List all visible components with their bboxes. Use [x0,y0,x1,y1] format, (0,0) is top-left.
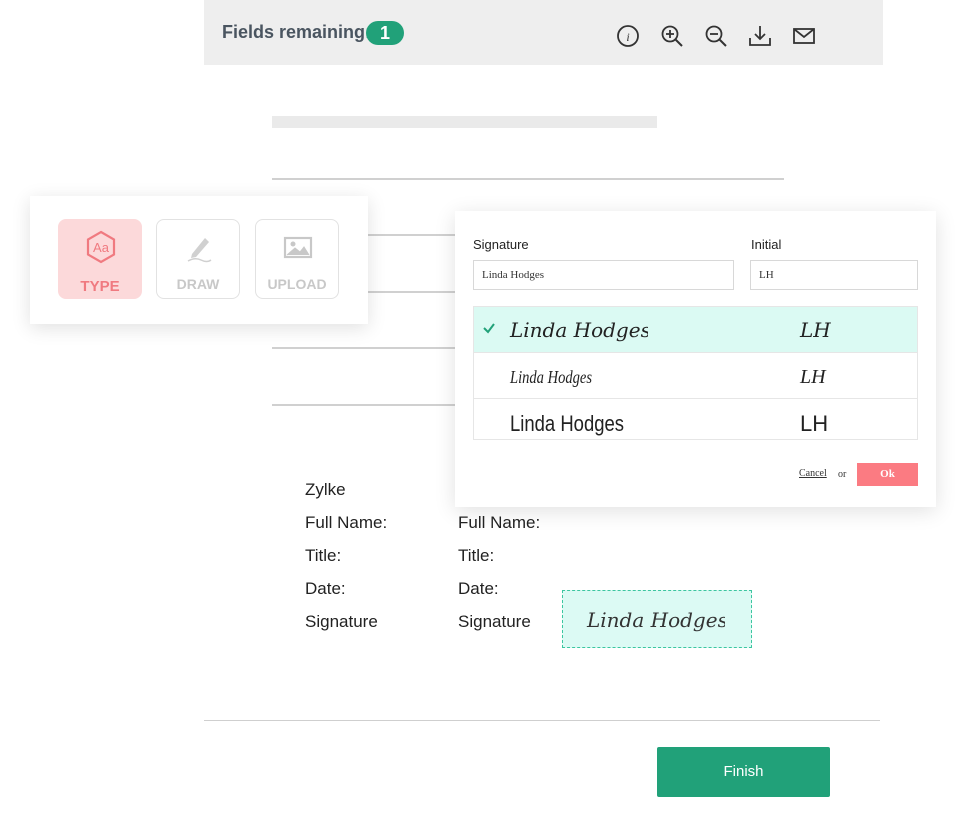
text-font-icon: Aa [86,230,116,264]
signature-field[interactable]: Linda Hodges [562,590,752,648]
left-full-name-label: Full Name: [305,513,388,532]
document-line [272,404,472,406]
document-line [272,347,472,349]
fields-remaining-badge: 1 [366,21,404,45]
left-date-label: Date: [305,579,346,598]
applied-signature-text: Linda Hodges [586,608,725,632]
checkmark-icon [483,323,495,334]
initial-style-print: LH [800,411,828,436]
cancel-link[interactable]: Cancel [799,468,827,479]
left-title-label: Title: [305,546,342,565]
upload-method-label: UPLOAD [267,276,327,292]
signature-preview-text: Linda Hodges [510,411,624,436]
signature-style-print: Linda Hodges [510,411,624,436]
info-icon[interactable]: i [614,22,642,50]
type-method-label: TYPE [80,278,120,295]
right-signature-label: Signature [458,612,531,631]
image-icon [283,236,313,259]
zoom-out-icon[interactable] [702,22,730,50]
download-icon[interactable] [746,22,774,50]
signature-method-panel: Aa TYPE DRAW UPLOAD [30,196,368,324]
document-toolbar: Fields remaining: 1 i [204,0,883,65]
upload-method-button[interactable]: UPLOAD [255,219,339,299]
fields-remaining-label: Fields remaining: [222,22,372,42]
svg-text:Aa: Aa [93,240,110,255]
draw-method-label: DRAW [176,276,220,292]
initial-preview-text: LH [799,318,831,342]
footer-divider [204,720,880,721]
pen-icon [187,238,212,263]
document-line [272,178,784,180]
signature-option-3[interactable]: Linda Hodges LH [474,399,917,439]
type-method-button[interactable]: Aa TYPE [58,219,142,299]
signature-field-label: Signature [473,237,529,252]
signature-dialog: Signature Initial Linda Hodges LH Linda … [455,211,936,507]
initial-field-label: Initial [751,237,782,252]
initial-input[interactable]: LH [750,260,918,290]
initial-style-handwritten: LH [799,366,827,388]
finish-button[interactable]: Finish [657,747,830,797]
company-name: Zylke [305,480,346,499]
ok-button[interactable]: Ok [857,463,918,486]
signature-preview-text: Linda Hodges [509,318,648,342]
document-placeholder-bar [272,116,657,128]
initial-preview-text: LH [800,411,828,436]
signature-preview-text: Linda Hodges [509,367,592,387]
right-full-name-label: Full Name: [458,513,541,532]
mail-icon[interactable] [790,22,818,50]
left-signature-label: Signature [305,612,378,631]
signature-style-script: Linda Hodges [509,318,648,342]
right-date-label: Date: [458,579,499,598]
signature-option-2[interactable]: Linda Hodges LH [474,353,917,399]
initial-style-script: LH [799,318,831,342]
draw-method-button[interactable]: DRAW [156,219,240,299]
right-title-label: Title: [458,546,495,565]
zoom-in-icon[interactable] [658,22,686,50]
signature-option-1[interactable]: Linda Hodges LH [474,307,917,353]
initial-preview-text: LH [799,366,827,388]
signature-style-list: Linda Hodges LH Linda Hodges LH Linda Ho… [473,306,918,440]
svg-text:i: i [626,30,629,44]
or-separator: or [838,469,847,480]
applied-signature: Linda Hodges [586,608,725,632]
signature-name-input[interactable]: Linda Hodges [473,260,734,290]
signature-style-handwritten: Linda Hodges [509,367,592,387]
